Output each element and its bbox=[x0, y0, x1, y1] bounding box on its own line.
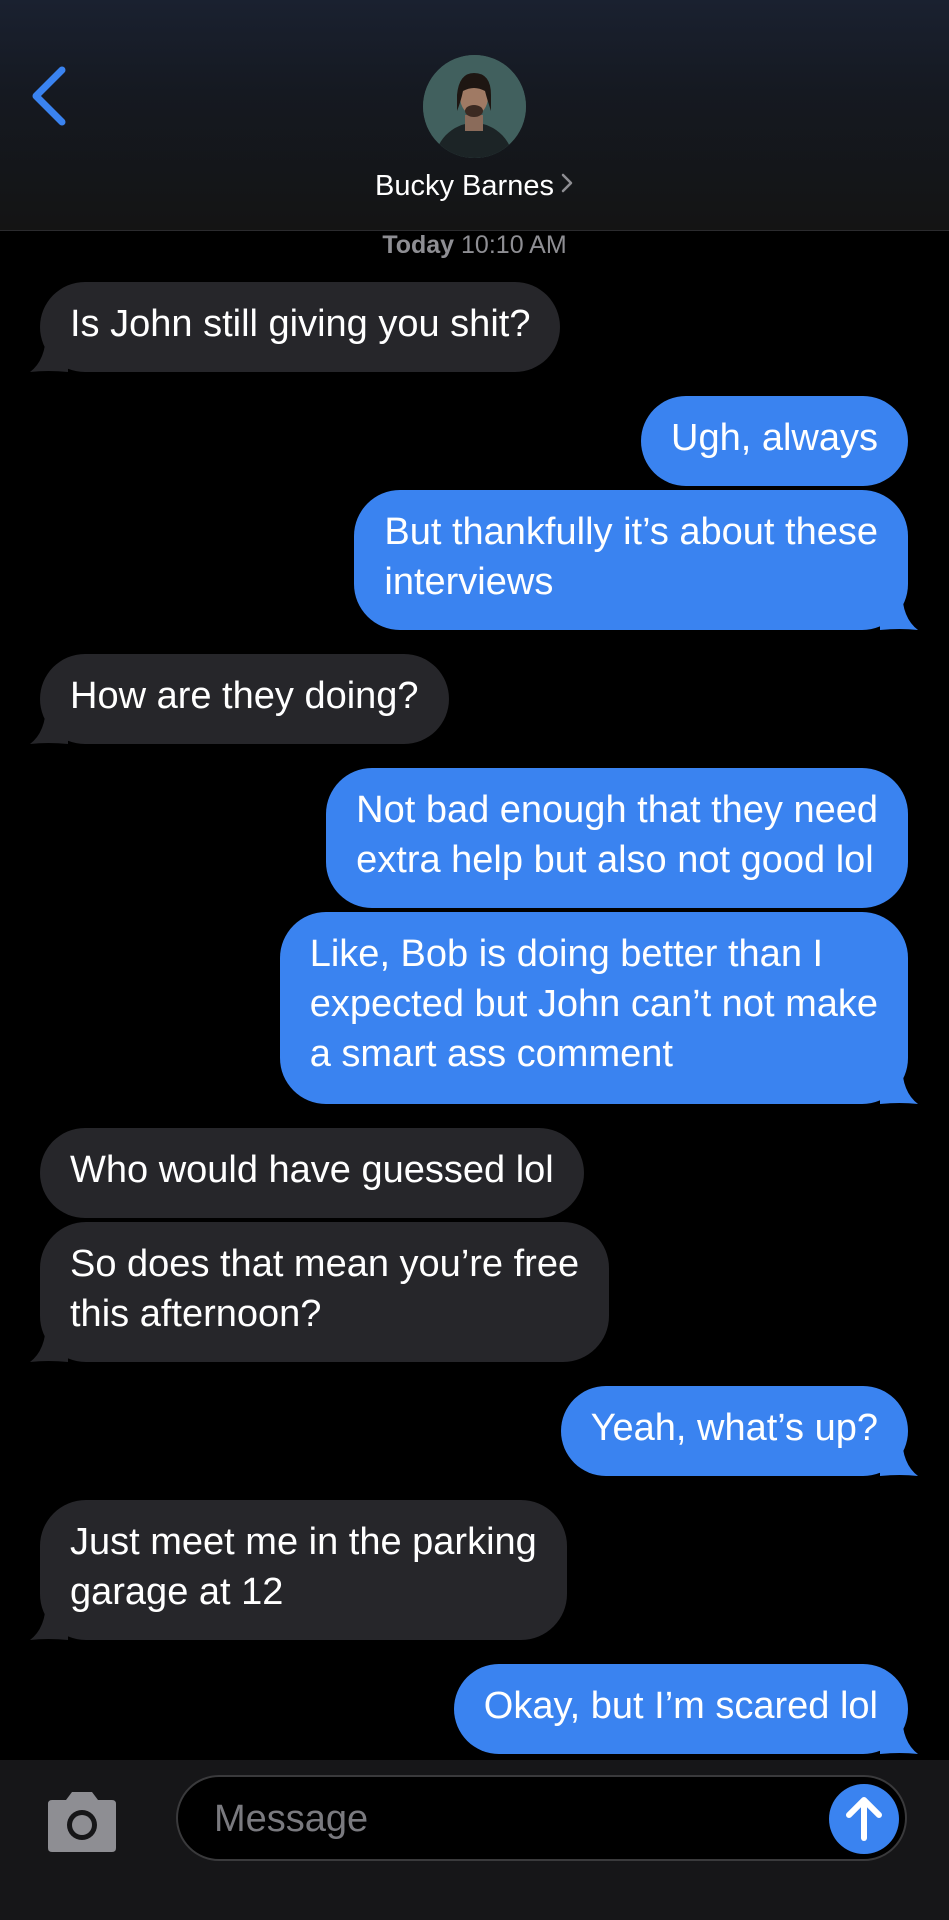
outgoing-message[interactable]: Okay, but I’m scared lol bbox=[453, 1664, 908, 1754]
bubble-tail bbox=[880, 1064, 918, 1104]
outgoing-message[interactable]: But thankfully it’s about these intervie… bbox=[354, 490, 908, 630]
incoming-message[interactable]: Who would have guessed lol bbox=[40, 1128, 584, 1218]
contact-name-button[interactable]: Bucky Barnes bbox=[0, 166, 949, 206]
timestamp-day: Today bbox=[382, 231, 455, 259]
message-composer bbox=[0, 1760, 949, 1920]
chevron-right-icon bbox=[560, 165, 574, 205]
bubble-tail bbox=[30, 704, 68, 744]
outgoing-message[interactable]: Ugh, always bbox=[641, 396, 908, 486]
bubble-tail bbox=[30, 1600, 68, 1640]
contact-name: Bucky Barnes bbox=[375, 170, 554, 202]
incoming-message[interactable]: Is John still giving you shit? bbox=[40, 282, 561, 372]
arrow-up-icon bbox=[846, 1797, 882, 1841]
contact-photo bbox=[423, 55, 526, 158]
bubble-tail bbox=[880, 1714, 918, 1754]
message-timestamp: Today 10:10 AM bbox=[0, 228, 949, 262]
timestamp-time: 10:10 AM bbox=[461, 231, 567, 259]
avatar[interactable] bbox=[423, 55, 526, 158]
send-button[interactable] bbox=[829, 1784, 899, 1854]
back-button[interactable] bbox=[26, 64, 76, 128]
bubble-tail bbox=[30, 1322, 68, 1362]
incoming-message[interactable]: Just meet me in the parking garage at 12 bbox=[40, 1500, 567, 1640]
bubble-tail bbox=[880, 1436, 918, 1476]
incoming-message[interactable]: So does that mean you’re free this after… bbox=[40, 1222, 610, 1362]
outgoing-message[interactable]: Yeah, what’s up? bbox=[560, 1386, 908, 1476]
conversation-header: Bucky Barnes bbox=[0, 0, 949, 231]
message-input[interactable] bbox=[212, 1777, 796, 1861]
incoming-message[interactable]: How are they doing? bbox=[40, 654, 449, 744]
message-field[interactable] bbox=[176, 1775, 907, 1861]
chevron-left-icon bbox=[32, 66, 66, 126]
outgoing-message[interactable]: Like, Bob is doing better than I expecte… bbox=[279, 912, 908, 1104]
outgoing-message[interactable]: Not bad enough that they need extra help… bbox=[326, 768, 908, 908]
bubble-tail bbox=[30, 332, 68, 372]
bubble-tail bbox=[880, 590, 918, 630]
camera-icon bbox=[48, 1792, 116, 1852]
camera-button[interactable] bbox=[42, 1790, 122, 1854]
